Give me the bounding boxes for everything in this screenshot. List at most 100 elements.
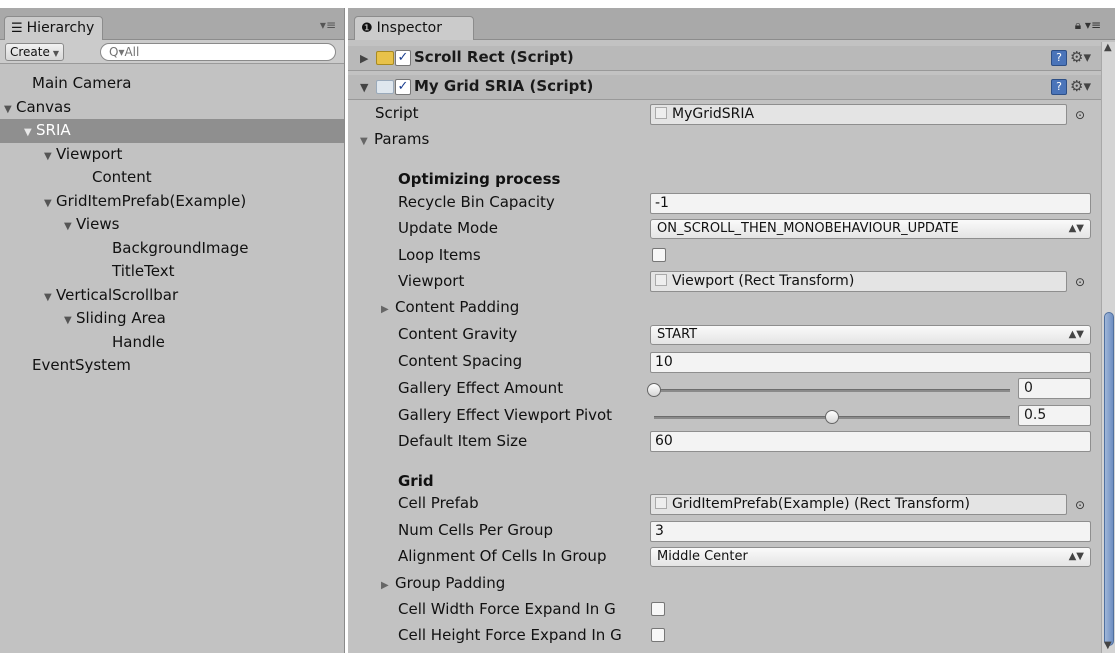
object-picker-icon[interactable]: ⊙ bbox=[1075, 275, 1085, 289]
scrollbar-thumb[interactable] bbox=[1104, 312, 1114, 646]
alignment-dropdown[interactable]: Middle Center ▲▼ bbox=[650, 547, 1091, 567]
fold-down-icon: ▼ bbox=[360, 136, 368, 147]
help-icon[interactable]: ? bbox=[1051, 50, 1067, 66]
gallery-pivot-slider-thumb[interactable] bbox=[825, 410, 839, 424]
tree-item[interactable]: ▼ Sliding Area bbox=[0, 307, 344, 331]
gallery-pivot-field[interactable]: 0.5 bbox=[1018, 405, 1091, 426]
content-gravity-dropdown[interactable]: START ▲▼ bbox=[650, 325, 1091, 345]
lock-icon[interactable]: 🔒︎ ▾≡ bbox=[1075, 18, 1101, 33]
tree-item[interactable]: ▼ Canvas bbox=[0, 96, 344, 120]
tree-item[interactable]: Handle bbox=[0, 331, 344, 355]
component-header-scroll-rect[interactable]: ▶ ✓ Scroll Rect (Script) ? ⚙▾ bbox=[348, 46, 1101, 71]
scroll-rect-enabled-checkbox[interactable]: ✓ bbox=[395, 50, 411, 66]
tree-item[interactable]: Content bbox=[0, 166, 344, 190]
recycle-bin-field[interactable]: -1 bbox=[650, 193, 1091, 214]
tree-item[interactable]: Main Camera bbox=[0, 72, 344, 96]
gallery-pivot-label: Gallery Effect Viewport Pivot bbox=[398, 406, 613, 424]
num-cells-field[interactable]: 3 bbox=[650, 521, 1091, 542]
fold-right-icon: ▶ bbox=[381, 304, 389, 315]
tree-item-label: EventSystem bbox=[32, 356, 131, 374]
content-padding-foldout[interactable]: ▶ Content Padding bbox=[381, 298, 519, 316]
inspector-scrollbar[interactable]: ▲ ▼ bbox=[1101, 42, 1115, 653]
update-mode-value: ON_SCROLL_THEN_MONOBEHAVIOUR_UPDATE bbox=[657, 221, 959, 236]
content-spacing-field[interactable]: 10 bbox=[650, 352, 1091, 373]
content-gravity-value: START bbox=[657, 327, 698, 342]
tree-item-label: Content bbox=[92, 168, 152, 186]
rect-transform-icon bbox=[655, 497, 667, 509]
gear-icon[interactable]: ⚙▾ bbox=[1070, 48, 1091, 66]
loop-items-label: Loop Items bbox=[398, 246, 481, 264]
updown-arrows-icon: ▲▼ bbox=[1068, 551, 1084, 562]
component-title: My Grid SRIA (Script) bbox=[414, 77, 594, 95]
tab-hierarchy[interactable]: ☰ Hierarchy bbox=[4, 16, 104, 40]
scroll-down-icon[interactable]: ▼ bbox=[1104, 640, 1112, 651]
my-grid-sria-enabled-checkbox[interactable]: ✓ bbox=[395, 79, 411, 95]
script-field[interactable]: MyGridSRIA bbox=[650, 104, 1067, 125]
hierarchy-tab-label: Hierarchy bbox=[26, 20, 95, 36]
cell-width-expand-label: Cell Width Force Expand In G bbox=[398, 600, 616, 618]
fold-down-icon[interactable]: ▼ bbox=[64, 215, 76, 238]
viewport-label: Viewport bbox=[398, 272, 465, 290]
cell-prefab-field[interactable]: GridItemPrefab(Example) (Rect Transform) bbox=[650, 494, 1067, 515]
alignment-label: Alignment Of Cells In Group bbox=[398, 547, 607, 565]
fold-down-icon[interactable]: ▼ bbox=[44, 192, 56, 215]
list-icon: ☰ bbox=[11, 21, 23, 36]
default-item-size-field[interactable]: 60 bbox=[650, 431, 1091, 452]
tree-item[interactable]: ▼ VerticalScrollbar bbox=[0, 284, 344, 308]
component-header-my-grid-sria[interactable]: ▼ ✓ My Grid SRIA (Script) ? ⚙▾ bbox=[348, 75, 1101, 100]
tree-item[interactable]: ▼ Viewport bbox=[0, 143, 344, 167]
inspector-tab-label: Inspector bbox=[376, 20, 442, 36]
tree-item[interactable]: ▼ SRIA bbox=[0, 119, 344, 143]
gallery-amount-field[interactable]: 0 bbox=[1018, 378, 1091, 399]
tree-item[interactable]: TitleText bbox=[0, 260, 344, 284]
tree-item-label: Sliding Area bbox=[76, 309, 166, 327]
fold-down-icon[interactable]: ▼ bbox=[64, 309, 76, 332]
fold-down-icon[interactable]: ▼ bbox=[44, 145, 56, 168]
create-button[interactable]: Create ▼ bbox=[5, 43, 65, 61]
gallery-amount-slider-thumb[interactable] bbox=[647, 383, 661, 397]
component-title: Scroll Rect (Script) bbox=[414, 48, 574, 66]
tree-item-label: Views bbox=[76, 215, 120, 233]
loop-items-checkbox[interactable] bbox=[652, 248, 666, 262]
group-padding-label: Group Padding bbox=[395, 574, 506, 592]
tree-item[interactable]: ▼ Views bbox=[0, 213, 344, 237]
viewport-value: Viewport (Rect Transform) bbox=[672, 273, 855, 289]
help-icon[interactable]: ? bbox=[1051, 79, 1067, 95]
tree-item[interactable]: EventSystem bbox=[0, 354, 344, 378]
object-picker-icon[interactable]: ⊙ bbox=[1075, 108, 1085, 122]
fold-right-icon: ▶ bbox=[381, 580, 389, 591]
cell-prefab-value: GridItemPrefab(Example) (Rect Transform) bbox=[672, 496, 970, 512]
tree-item-label: GridItemPrefab(Example) bbox=[56, 191, 247, 210]
tree-item-label: BackgroundImage bbox=[112, 238, 249, 257]
update-mode-label: Update Mode bbox=[398, 219, 498, 237]
panel-menu-icon[interactable]: ▾≡ bbox=[320, 18, 336, 32]
fold-down-icon[interactable]: ▼ bbox=[4, 98, 16, 121]
params-label: Params bbox=[374, 130, 430, 148]
inspector-tabbar: ❶ Inspector 🔒︎ ▾≡ bbox=[348, 8, 1115, 40]
gear-icon[interactable]: ⚙▾ bbox=[1070, 77, 1091, 95]
fold-right-icon[interactable]: ▶ bbox=[360, 52, 368, 65]
update-mode-dropdown[interactable]: ON_SCROLL_THEN_MONOBEHAVIOUR_UPDATE ▲▼ bbox=[650, 219, 1091, 239]
object-picker-icon[interactable]: ⊙ bbox=[1075, 498, 1085, 512]
fold-down-icon[interactable]: ▼ bbox=[24, 121, 36, 144]
scroll-up-icon[interactable]: ▲ bbox=[1104, 42, 1112, 53]
tree-item-label: Canvas bbox=[16, 97, 72, 116]
create-label: Create bbox=[10, 45, 50, 59]
tree-item[interactable]: ▼ GridItemPrefab(Example) bbox=[0, 190, 344, 214]
hierarchy-tabbar: ☰ Hierarchy ▾≡ bbox=[0, 8, 344, 40]
cell-width-expand-checkbox[interactable] bbox=[651, 602, 665, 616]
params-foldout[interactable]: ▼ Params bbox=[360, 130, 429, 148]
tab-inspector[interactable]: ❶ Inspector bbox=[354, 16, 474, 40]
tree-item[interactable]: BackgroundImage bbox=[0, 237, 344, 261]
viewport-field[interactable]: Viewport (Rect Transform) bbox=[650, 271, 1067, 292]
gallery-amount-slider-track[interactable] bbox=[654, 389, 1010, 392]
default-item-size-label: Default Item Size bbox=[398, 432, 528, 450]
hierarchy-search-input[interactable] bbox=[100, 43, 336, 61]
fold-down-icon[interactable]: ▼ bbox=[44, 286, 56, 309]
fold-down-icon[interactable]: ▼ bbox=[360, 81, 368, 94]
cell-height-expand-checkbox[interactable] bbox=[651, 628, 665, 642]
group-padding-foldout[interactable]: ▶ Group Padding bbox=[381, 574, 505, 592]
alignment-value: Middle Center bbox=[657, 549, 748, 564]
content-gravity-label: Content Gravity bbox=[398, 325, 518, 343]
recycle-bin-label: Recycle Bin Capacity bbox=[398, 193, 555, 211]
